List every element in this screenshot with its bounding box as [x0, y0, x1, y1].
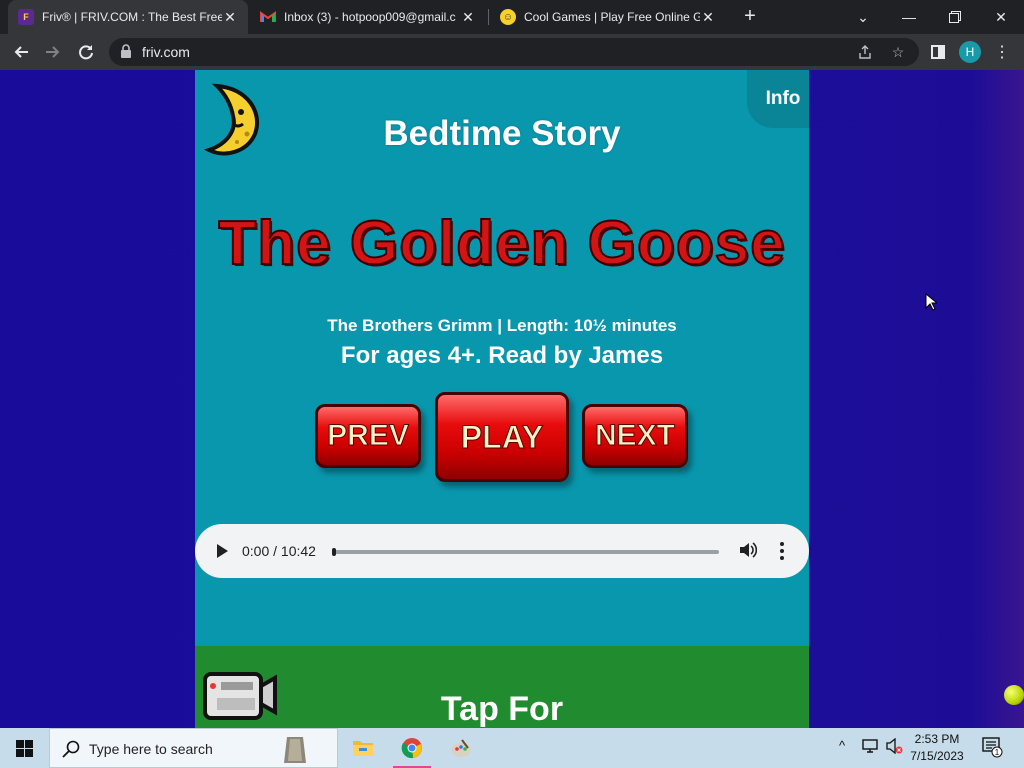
page-heading: Bedtime Story [383, 114, 621, 153]
tab-separator [488, 9, 489, 25]
next-section: Tap For [195, 646, 809, 728]
tab-strip: F Friv® | FRIV.COM : The Best Free ✕ Inb… [0, 0, 1024, 34]
svg-text:1: 1 [995, 748, 1000, 757]
gmail-favicon-icon [260, 9, 276, 25]
close-window-button[interactable]: ✕ [978, 0, 1024, 34]
audio-seek-knob[interactable] [332, 548, 336, 556]
search-placeholder: Type here to search [89, 741, 213, 757]
tab-friv[interactable]: F Friv® | FRIV.COM : The Best Free ✕ [8, 0, 248, 34]
windows-logo-icon [15, 739, 33, 757]
file-explorer-icon[interactable] [340, 728, 386, 768]
profile-avatar[interactable]: H [959, 41, 981, 63]
chrome-icon[interactable] [389, 728, 435, 768]
close-tab-icon[interactable]: ✕ [700, 9, 716, 26]
next-button[interactable]: NEXT [582, 404, 688, 468]
volume-muted-icon[interactable] [886, 737, 904, 757]
audio-play-icon[interactable] [217, 544, 228, 558]
audio-options-icon[interactable] [779, 540, 785, 562]
restore-button[interactable] [932, 0, 978, 34]
forward-button[interactable] [41, 40, 65, 64]
tab-search-icon[interactable]: ⌄ [840, 0, 886, 34]
address-bar[interactable]: friv.com ☆ [109, 38, 919, 66]
audio-time: 0:00 / 10:42 [242, 543, 316, 559]
volume-icon[interactable] [739, 541, 758, 564]
tab-title: Cool Games | Play Free Online Ga [524, 10, 700, 24]
tab-title: Inbox (3) - hotpoop009@gmail.c [284, 10, 456, 24]
tab-gmail[interactable]: Inbox (3) - hotpoop009@gmail.c ✕ [250, 0, 486, 34]
paint-app-icon[interactable] [438, 728, 484, 768]
tray-chevron-icon[interactable]: ^ [839, 738, 845, 753]
taskbar-search-box[interactable]: Type here to search [49, 728, 338, 768]
mouse-cursor-icon [925, 292, 939, 316]
close-tab-icon[interactable]: ✕ [460, 9, 476, 26]
notifications-icon[interactable]: 1 [982, 736, 1004, 761]
story-title: The Golden Goose [217, 208, 786, 279]
close-tab-icon[interactable]: ✕ [222, 9, 238, 26]
new-tab-button[interactable]: + [738, 5, 762, 29]
windows-taskbar: Type here to search ^ 2:53 PM 7/15/2023 … [0, 728, 1024, 768]
play-button[interactable]: PLAY [435, 392, 569, 482]
tap-for-heading: Tap For [440, 690, 564, 728]
side-panel-icon[interactable] [926, 40, 950, 64]
url-text[interactable]: friv.com [142, 44, 190, 60]
prev-button[interactable]: PREV [315, 404, 421, 468]
search-highlight-image[interactable] [282, 733, 308, 765]
search-icon [62, 740, 80, 763]
story-ages: For ages 4+. Read by James [340, 342, 664, 369]
reload-button[interactable] [74, 40, 98, 64]
menu-kebab-icon[interactable]: ⋮ [990, 40, 1014, 64]
audio-seek-bar[interactable] [332, 550, 719, 554]
minimize-button[interactable]: — [886, 0, 932, 34]
lock-icon[interactable] [121, 44, 131, 63]
browser-toolbar: friv.com ☆ H ⋮ [0, 34, 1024, 70]
back-button[interactable] [9, 40, 33, 64]
start-button[interactable] [0, 728, 48, 768]
clock-date: 7/15/2023 [910, 749, 964, 763]
system-clock[interactable]: 2:53 PM 7/15/2023 [905, 731, 969, 765]
share-icon[interactable] [856, 43, 874, 61]
audio-player: 0:00 / 10:42 [195, 524, 809, 578]
network-icon[interactable] [862, 738, 880, 757]
page-viewport: Info Bedtime Story The Golden Goose The … [0, 70, 1024, 728]
story-meta: The Brothers Grimm | Length: 10½ minutes [327, 316, 677, 335]
story-panel: Info Bedtime Story The Golden Goose The … [195, 70, 809, 728]
tab-cool-games[interactable]: ☺ Cool Games | Play Free Online Ga ✕ [490, 0, 726, 34]
friv-favicon-icon: F [18, 9, 34, 25]
tennis-ball-icon[interactable] [1004, 685, 1024, 705]
clock-time: 2:53 PM [914, 732, 960, 746]
tab-title: Friv® | FRIV.COM : The Best Free [42, 10, 222, 24]
bookmark-star-icon[interactable]: ☆ [889, 43, 907, 61]
smiley-favicon-icon: ☺ [500, 9, 516, 25]
